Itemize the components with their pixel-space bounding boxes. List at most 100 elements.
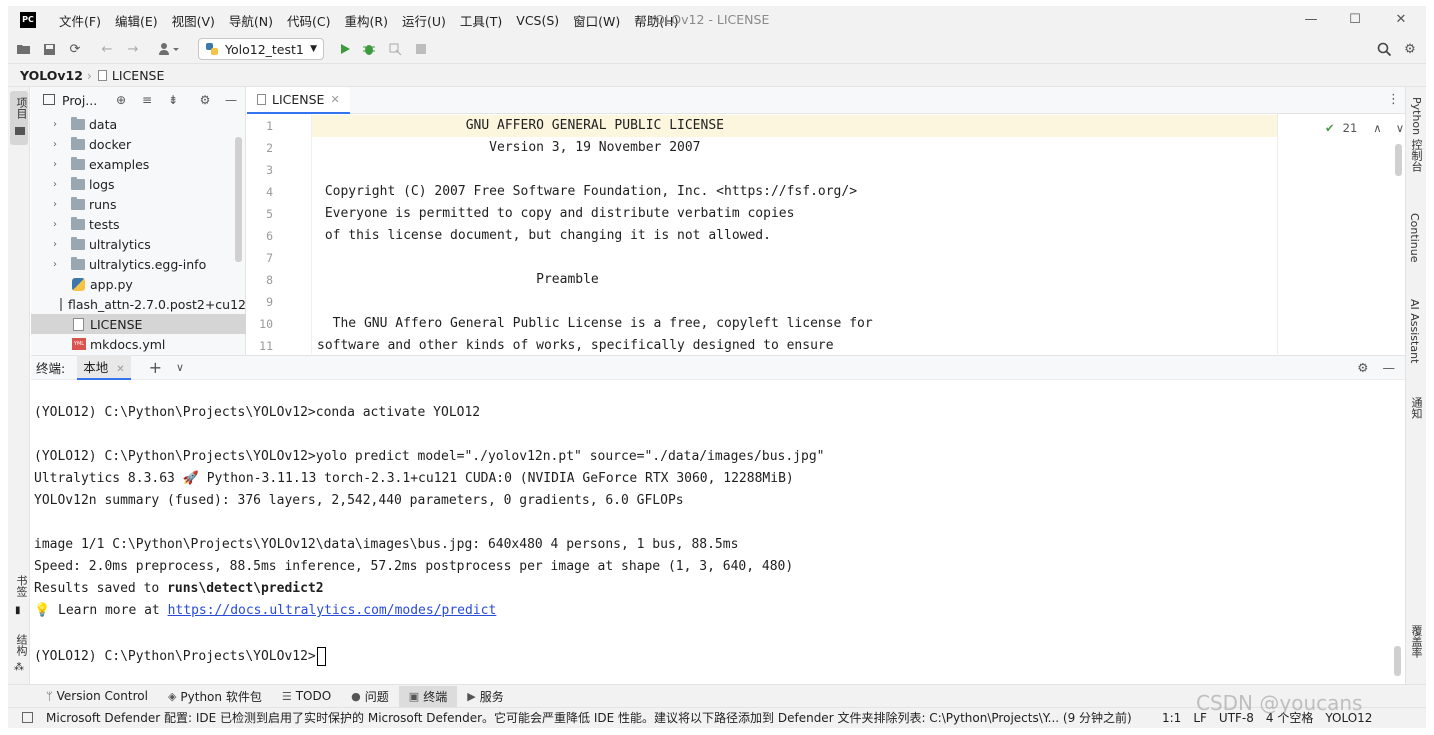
terminal-cursor[interactable] <box>316 647 326 666</box>
toolwindow-services[interactable]: ▶ 服务 <box>457 686 513 707</box>
project-panel-title[interactable]: Proj... <box>62 93 97 108</box>
add-terminal-icon[interactable]: + <box>149 358 162 377</box>
tree-item-data[interactable]: › data <box>31 114 246 134</box>
run-configuration-select[interactable]: Yolo12_test1 ▼ <box>198 38 324 60</box>
status-message[interactable]: Microsoft Defender 配置: IDE 已检测到启用了实时保护的 … <box>46 708 1132 728</box>
terminal-scrollbar[interactable] <box>1394 646 1401 676</box>
profile-icon[interactable] <box>386 40 404 58</box>
python-console-tool-button[interactable]: Python 控制台 <box>1408 97 1424 172</box>
more-tabs-icon[interactable]: ⋮ <box>1387 92 1400 107</box>
terminal-output[interactable]: (YOLO12) C:\Python\Projects\YOLOv12>cond… <box>31 381 1405 684</box>
tree-item-runs[interactable]: › runs <box>31 194 246 214</box>
hide-terminal-icon[interactable]: — <box>1383 360 1396 375</box>
python-file-icon <box>72 277 85 291</box>
run-icon[interactable] <box>336 40 354 58</box>
code-editor[interactable]: 1 2 3 4 5 6 7 8 9 10 11 ✔ 21 ∧ ∨ GNU AFFERO GENERA… <box>247 114 1405 354</box>
minimize-icon[interactable]: — <box>1288 6 1334 34</box>
menu-file[interactable]: 文件(F) <box>52 11 108 30</box>
menu-refactor[interactable]: 重构(R) <box>338 11 395 30</box>
forward-arrow-icon[interactable]: → <box>124 40 142 58</box>
breadcrumb-project[interactable]: YOLOv12 <box>20 68 83 83</box>
locate-file-icon[interactable]: ⊕ <box>113 92 129 108</box>
expand-all-icon[interactable]: ≡ <box>139 92 155 108</box>
chevron-right-icon[interactable]: › <box>53 159 67 170</box>
toolwindow-terminal[interactable]: ▣ 终端 <box>398 685 458 707</box>
toolwindow-python-packages[interactable]: ◈ Python 软件包 <box>158 686 272 707</box>
project-tool-button[interactable]: 项目 <box>10 91 28 145</box>
tree-item-docker[interactable]: › docker <box>31 134 246 154</box>
code-line: software and other kinds of works, speci… <box>317 338 834 353</box>
tree-item-ultralytics-egg-info[interactable]: › ultralytics.egg-info <box>31 254 246 274</box>
debug-icon[interactable] <box>360 40 378 58</box>
chevron-right-icon[interactable]: › <box>53 139 67 150</box>
inspection-widget[interactable]: ✔ 21 ∧ ∨ <box>1325 121 1404 135</box>
terminal-line: (YOLO12) C:\Python\Projects\YOLOv12>yolo… <box>34 449 825 464</box>
stop-icon[interactable] <box>412 40 430 58</box>
tree-item-tests[interactable]: › tests <box>31 214 246 234</box>
collapse-all-icon[interactable]: ⇟ <box>165 92 181 108</box>
run-configuration-label: Yolo12_test1 <box>225 41 304 57</box>
chevron-right-icon[interactable]: › <box>53 119 67 130</box>
editor-scrollbar[interactable] <box>1395 144 1402 176</box>
tree-item-ultralytics[interactable]: › ultralytics <box>31 234 246 254</box>
tree-item-app-py[interactable]: app.py <box>31 274 246 294</box>
chevron-right-icon[interactable]: › <box>53 239 67 250</box>
close-window-icon[interactable]: ✕ <box>1378 6 1424 34</box>
settings-gear-icon[interactable]: ⚙ <box>1401 40 1419 58</box>
chevron-right-icon[interactable]: › <box>53 179 67 190</box>
line-number: 1 <box>266 119 273 133</box>
chevron-right-icon[interactable]: › <box>53 219 67 230</box>
menu-navigate[interactable]: 导航(N) <box>222 11 280 30</box>
bookmarks-tool-button[interactable]: 书签 ▮ <box>10 573 28 623</box>
toolwindow-version-control[interactable]: ᛘ Version Control <box>36 686 158 707</box>
notifications-tool-button[interactable]: 通知 <box>1408 397 1424 419</box>
back-arrow-icon[interactable]: ← <box>98 40 116 58</box>
tab-terminal-local[interactable]: 本地 ✕ <box>77 355 131 380</box>
tab-license[interactable]: LICENSE ✕ <box>247 87 350 114</box>
tree-item-flash-attn[interactable]: flash_attn-2.7.0.post2+cu12 <box>31 294 246 314</box>
search-icon[interactable] <box>1375 40 1393 58</box>
menu-view[interactable]: 视图(V) <box>165 11 222 30</box>
terminal-settings-icon[interactable]: ⚙ <box>1357 360 1368 375</box>
tree-item-logs[interactable]: › logs <box>31 174 246 194</box>
line-number: 5 <box>266 207 273 221</box>
menu-code[interactable]: 代码(C) <box>280 11 337 30</box>
package-icon: ◈ <box>167 689 177 703</box>
toggle-tool-windows-icon[interactable] <box>22 712 33 723</box>
maximize-icon[interactable]: ☐ <box>1332 6 1378 34</box>
toolwindow-todo[interactable]: ☰ TODO <box>272 686 341 707</box>
breadcrumb-file[interactable]: LICENSE <box>112 68 164 83</box>
open-folder-icon[interactable] <box>14 40 32 58</box>
notifications-label: 通知 <box>1410 397 1423 419</box>
chevron-right-icon[interactable]: › <box>53 199 67 210</box>
sync-icon[interactable]: ⟳ <box>66 40 84 58</box>
toolwindow-problems[interactable]: ● 问题 <box>341 686 399 707</box>
folder-icon <box>71 236 85 250</box>
close-tab-icon[interactable]: ✕ <box>116 364 124 375</box>
tree-item-mkdocs-yml[interactable]: YML mkdocs.yml <box>31 334 246 354</box>
docs-link[interactable]: https://docs.ultralytics.com/modes/predi… <box>168 603 497 618</box>
continue-tool-button[interactable]: Continue <box>1408 213 1421 262</box>
chevron-up-icon[interactable]: ∧ <box>1373 121 1381 135</box>
ai-assistant-tool-button[interactable]: AI Assistant <box>1408 299 1421 363</box>
chevron-right-icon[interactable]: › <box>53 259 67 270</box>
hide-panel-icon[interactable]: — <box>223 92 239 108</box>
project-scrollbar[interactable] <box>235 137 242 262</box>
chevron-down-icon[interactable]: ∨ <box>176 361 184 374</box>
tree-item-license[interactable]: LICENSE <box>31 314 246 334</box>
close-tab-icon[interactable]: ✕ <box>330 93 339 106</box>
menu-window[interactable]: 窗口(W) <box>566 11 627 30</box>
tree-item-examples[interactable]: › examples <box>31 154 246 174</box>
chevron-down-icon[interactable]: ∨ <box>1396 121 1404 135</box>
coverage-tool-button[interactable]: 覆盖率 <box>1408 625 1424 658</box>
caret-position[interactable]: 1:1 <box>1162 708 1181 728</box>
save-icon[interactable] <box>40 40 58 58</box>
user-dropdown-icon[interactable] <box>156 40 182 58</box>
menu-run[interactable]: 运行(U) <box>395 11 453 30</box>
line-number: 10 <box>259 317 273 331</box>
menu-tools[interactable]: 工具(T) <box>453 11 509 30</box>
panel-settings-icon[interactable]: ⚙ <box>197 92 213 108</box>
structure-tool-button[interactable]: 结构 ⁂ <box>10 632 28 682</box>
menu-vcs[interactable]: VCS(S) <box>509 13 566 28</box>
menu-edit[interactable]: 编辑(E) <box>108 11 165 30</box>
